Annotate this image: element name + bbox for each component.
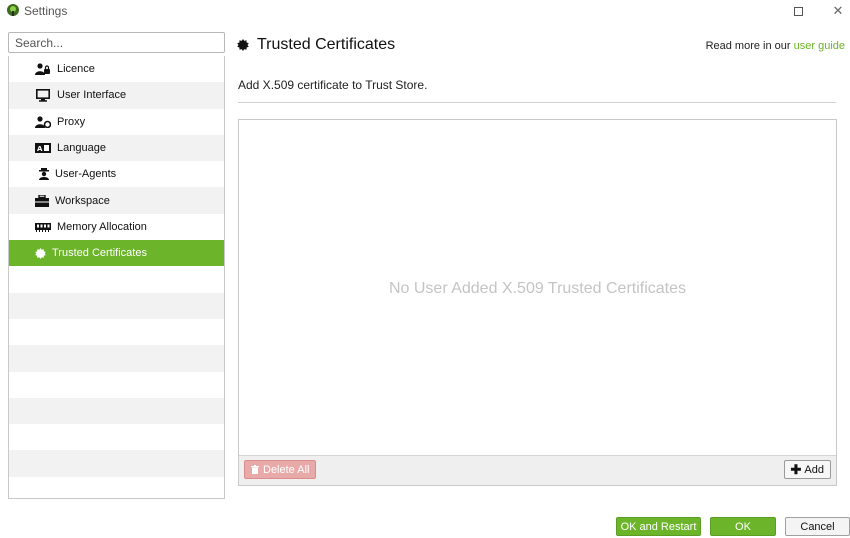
add-label: Add: [804, 463, 824, 476]
proxy-icon: [35, 115, 51, 129]
trash-icon: [251, 465, 259, 474]
sidebar-item-proxy[interactable]: Proxy: [9, 109, 224, 135]
sidebar-item-label: User Interface: [57, 89, 127, 102]
sidebar-item-memory-allocation[interactable]: Memory Allocation: [9, 214, 224, 240]
sidebar-empty-row: [9, 319, 224, 345]
language-icon: A: [35, 141, 51, 155]
panel-toolbar: Delete All ✚ Add: [239, 455, 836, 485]
close-button[interactable]: ✕: [818, 0, 850, 22]
certificate-icon: [237, 39, 249, 51]
sidebar-empty-row: [9, 292, 224, 319]
sidebar-empty-row: [9, 450, 224, 477]
sidebar-empty-row: [9, 372, 224, 398]
read-more-text: Read more in our user guide: [706, 40, 845, 52]
search-input[interactable]: [8, 32, 225, 53]
sidebar-item-label: User-Agents: [55, 168, 117, 181]
divider: [238, 102, 836, 103]
sidebar-empty-row: [9, 345, 224, 372]
sidebar-item-label: Workspace: [55, 194, 110, 207]
sidebar-item-licence[interactable]: Licence: [9, 56, 224, 82]
add-button[interactable]: ✚ Add: [783, 460, 831, 479]
sidebar-item-trusted-certificates[interactable]: Trusted Certificates: [9, 240, 224, 267]
maximize-icon: [793, 6, 803, 16]
sidebar-item-label: Memory Allocation: [57, 220, 147, 233]
workspace-icon: [35, 194, 49, 208]
sidebar-list: Licence User Interface Proxy A Language …: [8, 56, 225, 499]
app-logo-icon: [7, 4, 19, 16]
ok-button[interactable]: OK: [710, 517, 776, 536]
empty-state-message: No User Added X.509 Trusted Certificates: [388, 280, 687, 297]
sidebar-empty-row: [9, 397, 224, 425]
licence-icon: [35, 62, 51, 76]
minimize-button[interactable]: [740, 0, 780, 22]
sidebar-item-label: Language: [57, 142, 106, 155]
sidebar-item-label: Proxy: [57, 115, 86, 128]
page-subtitle: Add X.509 certificate to Trust Store.: [238, 78, 428, 92]
sidebar-item-workspace[interactable]: Workspace: [9, 187, 224, 214]
monitor-icon: [35, 88, 51, 102]
close-icon: ✕: [832, 3, 844, 18]
page-header: Trusted Certificates: [237, 36, 395, 54]
memory-icon: [35, 220, 51, 234]
cancel-button[interactable]: Cancel: [785, 517, 850, 536]
plus-icon: ✚: [790, 462, 802, 477]
read-more-prefix: Read more in our: [705, 40, 794, 52]
sidebar-item-user-interface[interactable]: User Interface: [9, 82, 224, 109]
svg-text:A: A: [37, 145, 43, 153]
user-agent-icon: [38, 167, 50, 181]
ok-and-restart-button[interactable]: OK and Restart: [616, 517, 701, 536]
sidebar-empty-row: [9, 477, 224, 498]
delete-all-button[interactable]: Delete All: [244, 460, 317, 479]
sidebar-item-language[interactable]: A Language: [9, 134, 224, 162]
sidebar-item-user-agents[interactable]: User-Agents: [9, 161, 224, 187]
maximize-button[interactable]: [778, 0, 818, 22]
window-title: Settings: [24, 4, 68, 18]
user-guide-link[interactable]: user guide: [794, 40, 845, 52]
sidebar-item-label: Licence: [57, 63, 95, 76]
page-title: Trusted Certificates: [257, 36, 396, 53]
sidebar-empty-row: [9, 424, 224, 450]
certificate-list-panel: No User Added X.509 Trusted Certificates…: [238, 119, 837, 486]
delete-all-label: Delete All: [263, 463, 310, 476]
sidebar-empty-row: [9, 266, 224, 292]
title-bar: Settings ✕: [0, 0, 850, 22]
certificate-icon: [34, 246, 46, 260]
sidebar-item-label: Trusted Certificates: [52, 247, 147, 260]
